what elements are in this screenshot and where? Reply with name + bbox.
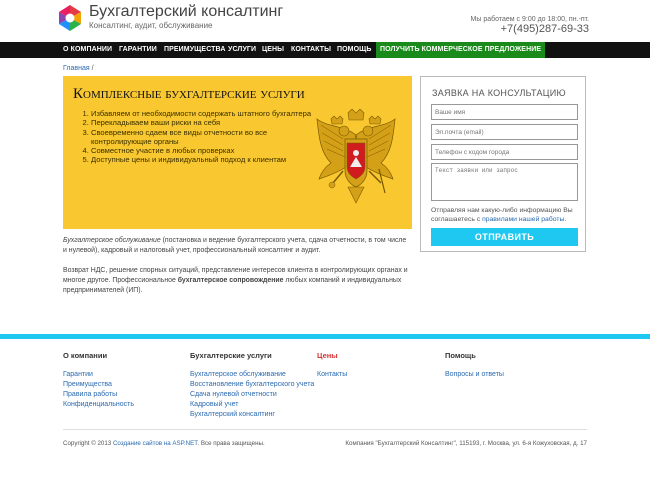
footer-link[interactable]: Гарантии	[63, 370, 134, 380]
footer-column-prices: Цены Контакты	[317, 351, 347, 380]
breadcrumb-home-link[interactable]: Главная	[63, 65, 90, 72]
copyright-end: . Все права защищены.	[197, 440, 265, 447]
footer-link[interactable]: Конфиденциальность	[63, 400, 134, 410]
form-title: ЗАЯВКА НА КОНСУЛЬТАЦИЮ	[432, 88, 566, 98]
submit-button[interactable]: ОТПРАВИТЬ	[431, 228, 578, 246]
asp-net-link[interactable]: Создание сайтов на ASP.NET	[113, 440, 197, 447]
hero-benefits-list: Избавляем от необходимости содержать шта…	[77, 109, 313, 165]
company-address: Компания "Бухгалтерский Консалтинг", 115…	[345, 440, 587, 447]
footer-divider	[63, 429, 587, 430]
nav-item-guarantees[interactable]: ГАРАНТИИ	[119, 42, 157, 58]
form-consent-note: Отправляя нам какую-либо информацию Вы с…	[431, 206, 581, 224]
description-paragraph: Возврат НДС, решение спорных ситуаций, п…	[63, 266, 412, 296]
footer-link[interactable]: Восстановление бухгалтерского учета	[190, 380, 314, 390]
footer-link[interactable]: Бухгалтерский консалтинг	[190, 410, 314, 420]
footer-link[interactable]: Сдача нулевой отчетности	[190, 390, 314, 400]
footer-column-title[interactable]: Бухгалтерские услуги	[190, 351, 314, 360]
russian-coat-of-arms-icon	[316, 109, 396, 204]
footer-column-title[interactable]: Цены	[317, 351, 347, 360]
copyright-text: Copyright © 2013	[63, 440, 113, 447]
hero-banner: Комплексные бухгалтерские услуги Избавля…	[63, 76, 412, 229]
nav-item-help[interactable]: ПОМОЩЬ	[337, 42, 372, 58]
footer-column-title[interactable]: Помощь	[445, 351, 504, 360]
list-item: Доступные цены и индивидуальный подход к…	[91, 155, 313, 164]
list-item: Перекладываем ваши риски на себя	[91, 118, 313, 127]
brand-subtitle: Консалтинг, аудит, обслуживание	[89, 21, 213, 30]
list-item: Своевременно сдаем все виды отчетности в…	[91, 128, 313, 147]
email-input[interactable]	[431, 124, 578, 140]
list-item: Избавляем от необходимости содержать шта…	[91, 109, 313, 118]
copyright: Copyright © 2013 Создание сайтов на ASP.…	[63, 440, 265, 447]
nav-item-prices[interactable]: ЦЕНЫ	[262, 42, 284, 58]
rules-link[interactable]: правилами нашей работы	[482, 216, 564, 223]
breadcrumb: Главная /	[63, 65, 94, 72]
footer-column-services: Бухгалтерские услуги Бухгалтерское обслу…	[190, 351, 314, 420]
consultation-form: ЗАЯВКА НА КОНСУЛЬТАЦИЮ Отправляя нам как…	[420, 76, 586, 252]
phone-input[interactable]	[431, 144, 578, 160]
breadcrumb-separator: /	[89, 65, 94, 72]
services-description: Бухгалтерское обслуживание (постановка и…	[63, 236, 412, 306]
brand-title[interactable]: Бухгалтерский консалтинг	[89, 3, 283, 21]
footer-link[interactable]: Кадровый учет	[190, 400, 314, 410]
site-footer: О компании Гарантии Преимущества Правила…	[0, 339, 650, 484]
name-input[interactable]	[431, 104, 578, 120]
footer-link[interactable]: Бухгалтерское обслуживание	[190, 370, 314, 380]
site-header: Бухгалтерский консалтинг Консалтинг, ауд…	[0, 0, 650, 42]
footer-link[interactable]: Преимущества	[63, 380, 134, 390]
emphasis-accounting-service: Бухгалтерское обслуживание	[63, 237, 161, 244]
main-nav: О КОМПАНИИ ГАРАНТИИ ПРЕИМУЩЕСТВА УСЛУГИ …	[0, 42, 650, 58]
nav-item-advantages[interactable]: ПРЕИМУЩЕСТВА	[164, 42, 226, 58]
list-item: Совместное участие в любых проверках	[91, 146, 313, 155]
nav-cta-commercial-offer[interactable]: ПОЛУЧИТЬ КОММЕРЧЕСКОЕ ПРЕДЛОЖЕНИЕ	[376, 42, 546, 58]
footer-link[interactable]: Контакты	[317, 370, 347, 380]
emphasis-accounting-support: бухгалтерское сопровождение	[177, 277, 284, 284]
work-hours: Мы работаем с 9:00 до 18:00, пн.-пт.	[470, 16, 589, 23]
nav-item-contacts[interactable]: КОНТАКТЫ	[291, 42, 331, 58]
nav-item-services[interactable]: УСЛУГИ	[228, 42, 256, 58]
consent-end: .	[564, 216, 567, 223]
footer-column-title[interactable]: О компании	[63, 351, 134, 360]
description-paragraph: Бухгалтерское обслуживание (постановка и…	[63, 236, 412, 256]
phone-number: +7(495)287-69-33	[500, 23, 589, 35]
hero-title: Комплексные бухгалтерские услуги	[73, 86, 305, 102]
logo-icon[interactable]	[56, 4, 84, 32]
footer-column-help: Помощь Вопросы и ответы	[445, 351, 504, 380]
nav-item-about[interactable]: О КОМПАНИИ	[63, 42, 112, 58]
footer-link[interactable]: Правила работы	[63, 390, 134, 400]
footer-link[interactable]: Вопросы и ответы	[445, 370, 504, 380]
footer-column-company: О компании Гарантии Преимущества Правила…	[63, 351, 134, 410]
message-textarea[interactable]	[431, 163, 578, 201]
